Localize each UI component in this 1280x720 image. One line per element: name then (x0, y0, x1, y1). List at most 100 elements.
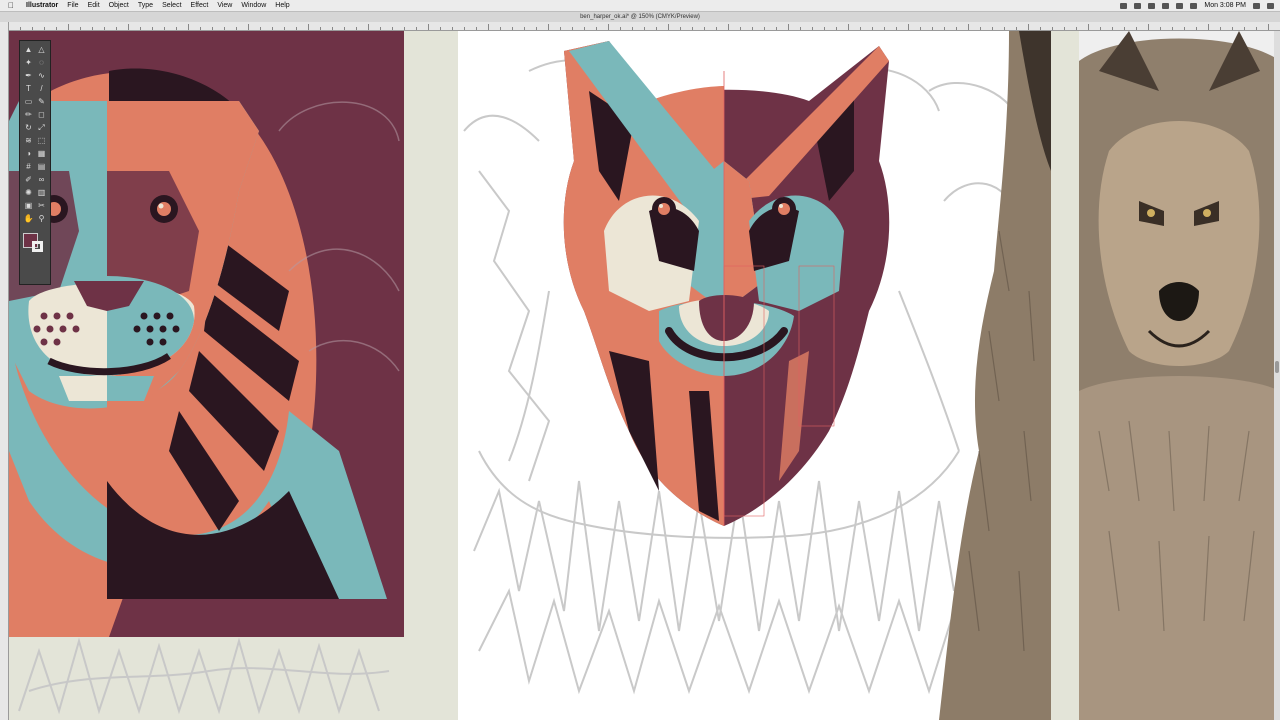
ruler-tick (524, 27, 525, 30)
ruler-tick (1100, 27, 1101, 30)
tool-row: ✦ ◌ (23, 58, 47, 68)
dropbox-icon[interactable] (1134, 2, 1142, 9)
ruler-tick (248, 24, 249, 30)
ruler-tick (1136, 27, 1137, 30)
stroke-swatch[interactable] (32, 241, 43, 252)
ruler-tick (1148, 24, 1149, 30)
width-tool-icon[interactable]: ≋ (23, 136, 34, 146)
ruler-tick (440, 27, 441, 30)
clock[interactable]: Mon 3:08 PM (1204, 2, 1246, 9)
tool-row: T / (23, 84, 47, 94)
wifi-icon[interactable] (1162, 2, 1170, 9)
ruler-tick (788, 24, 789, 30)
vertical-scrollbar[interactable] (1274, 31, 1280, 720)
gradient-tool-icon[interactable]: ▤ (36, 162, 47, 172)
ruler-tick (740, 27, 741, 30)
ruler-tick (428, 24, 429, 30)
selection-tool-icon[interactable]: ▲ (23, 45, 34, 55)
vertical-ruler[interactable] (0, 22, 9, 720)
ruler-tick (32, 27, 33, 30)
blend-tool-icon[interactable]: ∞ (36, 175, 47, 185)
menu-effect[interactable]: Effect (191, 2, 209, 9)
ruler-tick (1244, 27, 1245, 30)
ruler-tick (320, 27, 321, 30)
mesh-tool-icon[interactable]: # (23, 162, 34, 172)
ruler-tick (500, 27, 501, 30)
paintbrush-tool-icon[interactable]: ✎ (36, 97, 47, 107)
ruler-tick (944, 27, 945, 30)
ruler-tick (560, 27, 561, 30)
symbol-sprayer-tool-icon[interactable]: ✺ (23, 188, 34, 198)
tools-panel: ▲ △ ✦ ◌ ✒ ∿ T / ▭ ✎ ✏ ◻ ↻ ⤢ ≋ ⬚ ◑ ▦ # ▤ ✐ ∞ ✺ ▥ ▣ ✂ ✋ ⚲ (19, 40, 51, 285)
ruler-tick (128, 24, 129, 30)
scale-tool-icon[interactable]: ⤢ (36, 123, 47, 133)
menu-file[interactable]: File (67, 2, 78, 9)
ruler-tick (56, 27, 57, 30)
ruler-tick (164, 27, 165, 30)
ruler-tick (1160, 27, 1161, 30)
menu-view[interactable]: View (217, 2, 232, 9)
horizontal-ruler[interactable] (8, 22, 1280, 31)
tool-row: ✒ ∿ (23, 71, 47, 81)
magic-wand-tool-icon[interactable]: ✦ (23, 58, 34, 68)
ruler-tick (1112, 27, 1113, 30)
lion-artwork[interactable] (9, 31, 404, 637)
perspective-tool-icon[interactable]: ▦ (36, 149, 47, 159)
app-menu[interactable]: Illustrator (26, 2, 58, 9)
menu-select[interactable]: Select (162, 2, 181, 9)
shape-builder-tool-icon[interactable]: ◑ (23, 149, 34, 159)
ruler-tick (1076, 27, 1077, 30)
apple-menu-icon[interactable]:  (8, 1, 18, 10)
fill-stroke-swatches[interactable] (22, 233, 48, 255)
pen-tool-icon[interactable]: ✒ (23, 71, 34, 81)
menu-bar:  Illustrator File Edit Object Type Sele… (0, 0, 1280, 12)
ruler-tick (752, 27, 753, 30)
ruler-tick (608, 24, 609, 30)
artboard-tool-icon[interactable]: ▣ (23, 201, 34, 211)
tool-row: ▭ ✎ (23, 97, 47, 107)
ruler-tick (920, 27, 921, 30)
tool-row: ▣ ✂ (23, 201, 47, 211)
eraser-tool-icon[interactable]: ◻ (36, 110, 47, 120)
ruler-tick (1172, 27, 1173, 30)
zoom-tool-icon[interactable]: ⚲ (36, 214, 47, 224)
hand-tool-icon[interactable]: ✋ (23, 214, 34, 224)
creative-cloud-icon[interactable] (1120, 2, 1128, 9)
rectangle-tool-icon[interactable]: ▭ (23, 97, 34, 107)
eyedropper-tool-icon[interactable]: ✐ (23, 175, 34, 185)
ruler-tick (596, 27, 597, 30)
menu-window[interactable]: Window (241, 2, 266, 9)
free-transform-tool-icon[interactable]: ⬚ (36, 136, 47, 146)
ruler-tick (80, 27, 81, 30)
canvas[interactable] (9, 31, 1280, 720)
curvature-tool-icon[interactable]: ∿ (36, 71, 47, 81)
menu-type[interactable]: Type (138, 2, 153, 9)
direct-selection-tool-icon[interactable]: △ (36, 45, 47, 55)
menu-help[interactable]: Help (275, 2, 289, 9)
ruler-tick (1256, 27, 1257, 30)
ruler-tick (92, 27, 93, 30)
slice-tool-icon[interactable]: ✂ (36, 201, 47, 211)
ruler-tick (620, 27, 621, 30)
ruler-tick (536, 27, 537, 30)
ruler-tick (1088, 24, 1089, 30)
rotate-tool-icon[interactable]: ↻ (23, 123, 34, 133)
ruler-tick (140, 27, 141, 30)
ruler-tick (344, 27, 345, 30)
graph-tool-icon[interactable]: ▥ (36, 188, 47, 198)
volume-icon[interactable] (1176, 2, 1184, 9)
scrollbar-thumb[interactable] (1275, 361, 1279, 373)
type-tool-icon[interactable]: T (23, 84, 34, 94)
wolf-reference-photo[interactable] (1079, 31, 1280, 720)
battery-icon[interactable] (1190, 2, 1198, 9)
notification-center-icon[interactable] (1267, 2, 1274, 9)
spotlight-icon[interactable] (1253, 2, 1260, 9)
menu-edit[interactable]: Edit (88, 2, 100, 9)
line-tool-icon[interactable]: / (36, 84, 47, 94)
ruler-tick (584, 27, 585, 30)
pencil-tool-icon[interactable]: ✏ (23, 110, 34, 120)
lasso-tool-icon[interactable]: ◌ (36, 58, 47, 68)
ruler-tick (1208, 24, 1209, 30)
menu-object[interactable]: Object (109, 2, 129, 9)
airplay-icon[interactable] (1148, 2, 1156, 9)
